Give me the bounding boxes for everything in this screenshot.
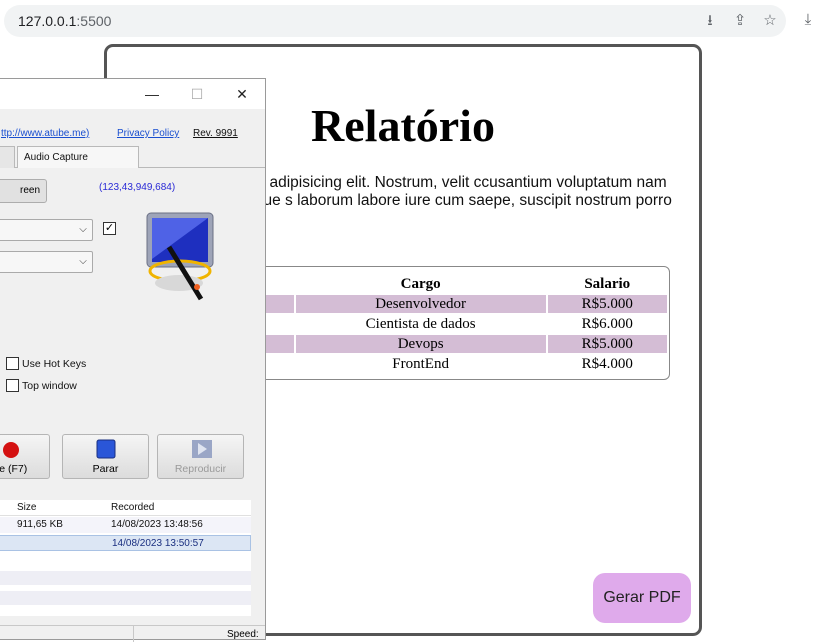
header-cargo: Cargo [400, 275, 441, 292]
list-item-selected[interactable]: 14/08/2023 13:50:57 [0, 535, 251, 551]
generate-pdf-button[interactable]: Gerar PDF [593, 573, 691, 623]
source-dropdown[interactable]: ⌵ [0, 219, 93, 241]
chevron-down-icon: ⌵ [79, 256, 87, 267]
list-item[interactable]: 911,65 KB 14/08/2023 13:48:56 [0, 517, 251, 533]
cell-salario: R$5.000 [547, 295, 667, 313]
share-icon[interactable]: ⇪ [730, 13, 750, 29]
address-bar[interactable]: 127.0.0.1:5500 ⭳ ⇪ ☆ [4, 5, 786, 37]
recorder-app-window: — ☐ ✕ ttp://www.atube.me) Privacy Policy… [0, 78, 266, 642]
record-icon [3, 442, 19, 458]
format-dropdown[interactable]: ⌵ [0, 251, 93, 273]
cell-cargo: Devops [295, 335, 546, 353]
speed-label: Speed: [227, 629, 259, 640]
cell-salario: R$4.000 [581, 355, 633, 372]
stop-icon [96, 439, 116, 459]
cell-cargo: Cientista de dados [365, 315, 476, 332]
cell-salario: R$5.000 [547, 335, 667, 353]
site-link[interactable]: ttp://www.atube.me) [1, 128, 89, 139]
top-window-label: Top window [22, 380, 77, 392]
url-text: 127.0.0.1:5500 [18, 13, 112, 29]
close-icon[interactable]: ✕ [227, 84, 257, 104]
stop-button[interactable]: Parar [62, 434, 149, 479]
download-icon[interactable]: ⭳ [700, 13, 720, 29]
privacy-policy-link[interactable]: Privacy Policy [117, 128, 179, 139]
list-empty-row [0, 591, 251, 605]
cell-cargo: FrontEnd [392, 355, 449, 372]
top-window-checkbox[interactable] [6, 379, 19, 392]
header-salario: Salario [584, 275, 631, 292]
play-icon [192, 440, 212, 458]
use-hot-keys-checkbox[interactable] [6, 357, 19, 370]
pause-button[interactable]: se (F7) [0, 434, 50, 479]
star-icon[interactable]: ☆ [760, 13, 780, 29]
screen-recorder-logo-icon [146, 212, 214, 301]
downloads-tray-icon[interactable]: ⤓ [798, 12, 818, 28]
cell-cargo: Desenvolvedor [295, 295, 546, 313]
tab-strip: Audio Capture [0, 146, 265, 168]
option-checkbox[interactable]: ✓ [103, 222, 116, 235]
column-size[interactable]: Size [17, 502, 36, 513]
column-recorded[interactable]: Recorded [111, 502, 154, 513]
status-bar: Speed: [0, 625, 265, 642]
play-button[interactable]: Reproducir [157, 434, 244, 479]
minimize-icon[interactable]: — [137, 84, 167, 104]
list-header: Size Recorded [0, 500, 251, 516]
cell-salario: R$6.000 [581, 315, 633, 332]
revision-link[interactable]: Rev. 9991 [193, 128, 238, 139]
list-empty-row [0, 571, 251, 585]
screen-button[interactable]: reen [0, 179, 47, 203]
chevron-down-icon: ⌵ [79, 224, 87, 235]
tab-audio-capture[interactable]: Audio Capture [17, 146, 139, 168]
maximize-icon[interactable]: ☐ [182, 84, 212, 104]
capture-coordinates: (123,43,949,684) [99, 182, 176, 193]
tab-previous[interactable] [0, 146, 15, 168]
recordings-list: Size Recorded 911,65 KB 14/08/2023 13:48… [0, 500, 251, 616]
app-titlebar: — ☐ ✕ [0, 79, 265, 109]
use-hot-keys-label: Use Hot Keys [22, 358, 87, 370]
browser-toolbar: 127.0.0.1:5500 ⭳ ⇪ ☆ ⤓ [0, 0, 824, 40]
